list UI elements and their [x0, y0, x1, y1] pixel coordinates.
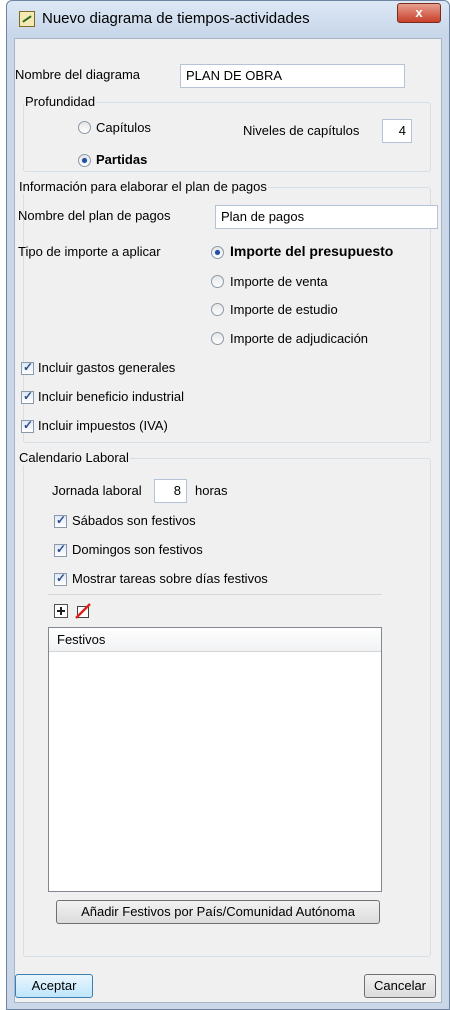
checkbox-gastos-generales-label: Incluir gastos generales: [38, 360, 176, 375]
checkbox-mostrar-tareas-festivos-label: Mostrar tareas sobre días festivos: [72, 571, 268, 586]
radio-importe-presupuesto[interactable]: [211, 246, 224, 259]
window-title: Nuevo diagrama de tiempos-actividades: [42, 10, 310, 27]
checkbox-gastos-generales[interactable]: [21, 360, 34, 375]
radio-partidas[interactable]: [78, 154, 91, 167]
add-holidays-button[interactable]: Añadir Festivos por País/Comunidad Autón…: [56, 900, 380, 924]
checkbox-domingos-festivos-label: Domingos son festivos: [72, 542, 203, 557]
chapter-levels-input[interactable]: 4: [382, 119, 412, 143]
chapter-levels-label: Niveles de capítulos: [243, 123, 360, 138]
holidays-list[interactable]: Festivos: [48, 627, 382, 892]
radio-importe-estudio-label: Importe de estudio: [230, 302, 338, 317]
workday-unit-label: horas: [195, 483, 228, 498]
checkbox-domingos-festivos[interactable]: [54, 542, 67, 557]
radio-importe-presupuesto-label: Importe del presupuesto: [230, 243, 394, 259]
depth-group-title: Profundidad: [24, 94, 97, 109]
close-icon: x: [415, 5, 423, 20]
payment-plan-name-label: Nombre del plan de pagos: [18, 208, 171, 223]
dialog-window: Nuevo diagrama de tiempos-actividades x …: [6, 0, 450, 1010]
payment-plan-group-title: Información para elaborar el plan de pag…: [18, 179, 268, 194]
workday-hours-input[interactable]: 8: [154, 479, 187, 503]
diagram-name-input[interactable]: PLAN DE OBRA: [180, 64, 405, 88]
radio-importe-venta[interactable]: [211, 275, 224, 288]
add-icon[interactable]: [53, 603, 69, 619]
checkbox-impuestos-iva[interactable]: [21, 418, 34, 433]
checkbox-sabados-festivos-label: Sábados son festivos: [72, 513, 196, 528]
radio-capitulos[interactable]: [78, 121, 91, 134]
delete-icon[interactable]: [75, 603, 91, 619]
checkbox-beneficio-industrial-label: Incluir beneficio industrial: [38, 389, 184, 404]
checkbox-mostrar-tareas-festivos[interactable]: [54, 571, 67, 586]
checkbox-beneficio-industrial[interactable]: [21, 389, 34, 404]
gantt-app-icon: [19, 11, 35, 27]
holidays-column-header[interactable]: Festivos: [49, 628, 381, 652]
dialog-body: Nombre del diagrama PLAN DE OBRA Profund…: [14, 38, 442, 1003]
radio-importe-adjudicacion[interactable]: [211, 332, 224, 345]
radio-importe-venta-label: Importe de venta: [230, 274, 328, 289]
radio-partidas-label: Partidas: [96, 152, 148, 167]
amount-type-label: Tipo de importe a aplicar: [18, 244, 161, 259]
toolbar-separator: [48, 594, 382, 595]
checkbox-sabados-festivos[interactable]: [54, 513, 67, 528]
payment-plan-name-input[interactable]: Plan de pagos: [215, 205, 438, 229]
radio-capitulos-label: Capítulos: [96, 120, 151, 135]
workday-label: Jornada laboral: [52, 483, 142, 498]
title-bar[interactable]: Nuevo diagrama de tiempos-actividades x: [7, 1, 449, 37]
checkbox-impuestos-iva-label: Incluir impuestos (IVA): [38, 418, 168, 433]
radio-importe-estudio[interactable]: [211, 303, 224, 316]
calendar-group-title: Calendario Laboral: [18, 450, 130, 465]
close-button[interactable]: x: [397, 3, 441, 23]
accept-button[interactable]: Aceptar: [15, 974, 93, 998]
diagram-name-label: Nombre del diagrama: [15, 67, 141, 82]
cancel-button[interactable]: Cancelar: [364, 974, 436, 998]
radio-importe-adjudicacion-label: Importe de adjudicación: [230, 331, 369, 346]
